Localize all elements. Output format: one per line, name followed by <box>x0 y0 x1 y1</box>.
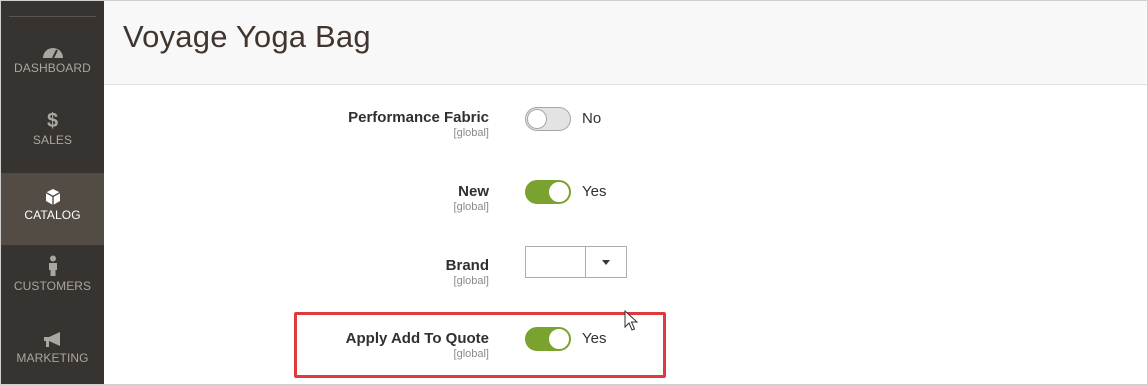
sidebar-item-marketing[interactable]: MARKETING <box>1 331 104 381</box>
new-toggle[interactable] <box>525 180 571 204</box>
performance-fabric-toggle[interactable] <box>525 107 571 131</box>
toggle-knob <box>549 329 569 349</box>
sidebar-divider <box>9 16 96 17</box>
sidebar-item-customers[interactable]: CUSTOMERS <box>1 255 104 307</box>
field-label-text: Apply Add To Quote <box>345 330 489 347</box>
field-scope: [global] <box>453 348 489 360</box>
sidebar-item-label: DASHBOARD <box>14 61 91 75</box>
field-scope: [global] <box>453 127 489 139</box>
select-divider <box>585 247 586 277</box>
field-label-new: New [global] <box>454 183 489 214</box>
field-scope: [global] <box>453 275 489 287</box>
field-label-text: Brand <box>445 257 489 274</box>
apply-add-to-quote-value: Yes <box>582 330 607 347</box>
megaphone-icon <box>43 332 60 347</box>
toggle-knob <box>527 109 547 129</box>
performance-fabric-value: No <box>582 110 602 127</box>
admin-window: DASHBOARD $ SALES CATALOG CUSTOMERS MARK… <box>0 0 1148 385</box>
dollar-icon: $ <box>46 110 59 132</box>
sidebar-item-dashboard[interactable]: DASHBOARD <box>1 45 104 93</box>
dashboard-icon <box>42 48 63 59</box>
toggle-knob <box>549 182 569 202</box>
field-label-text: Performance Fabric <box>348 109 489 126</box>
brand-select[interactable] <box>525 246 627 278</box>
field-label-performance-fabric: Performance Fabric [global] <box>348 109 489 140</box>
page-title: Voyage Yoga Bag <box>123 19 371 54</box>
field-label-brand: Brand [global] <box>446 257 489 288</box>
admin-sidebar: DASHBOARD $ SALES CATALOG CUSTOMERS MARK… <box>1 1 104 384</box>
page-header: Voyage Yoga Bag <box>104 1 1147 85</box>
new-value: Yes <box>582 183 607 200</box>
person-icon <box>48 255 57 276</box>
field-label-text: New <box>458 183 489 200</box>
chevron-down-icon <box>602 260 610 265</box>
cube-icon <box>45 189 60 205</box>
sidebar-item-label: SALES <box>32 133 73 147</box>
field-scope: [global] <box>453 201 489 213</box>
apply-add-to-quote-toggle[interactable] <box>525 327 571 351</box>
sidebar-item-label: CATALOG <box>24 208 81 222</box>
field-label-apply-add-to-quote: Apply Add To Quote [global] <box>346 330 489 361</box>
sidebar-item-label: MARKETING <box>16 351 89 365</box>
sidebar-item-label: CUSTOMERS <box>13 279 92 293</box>
mouse-cursor-icon <box>624 310 638 331</box>
sidebar-item-sales[interactable]: $ SALES <box>1 111 104 167</box>
sidebar-item-catalog[interactable]: CATALOG <box>1 173 104 245</box>
